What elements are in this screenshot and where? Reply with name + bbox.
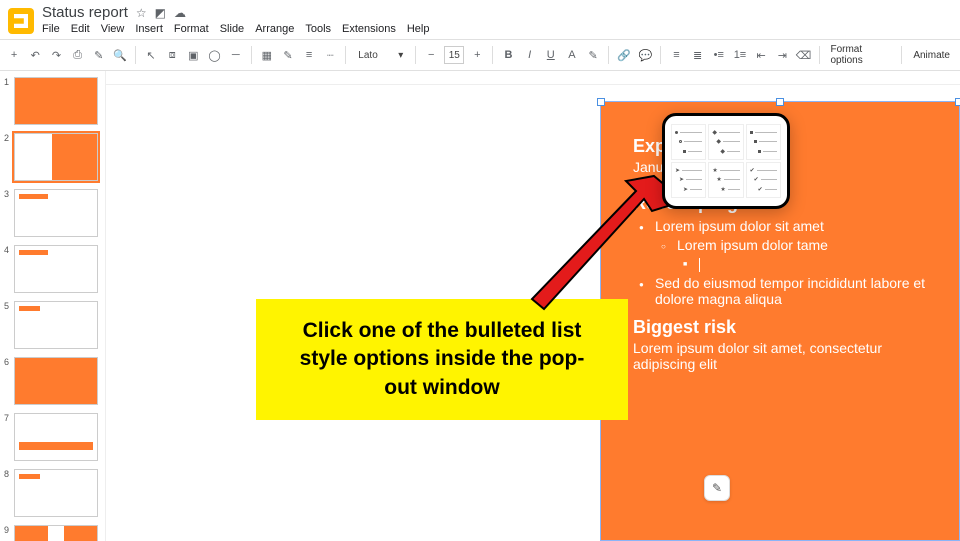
text-cursor: [699, 258, 700, 272]
text-risk-body: Lorem ipsum dolor sit amet, consectetur …: [633, 340, 931, 372]
slide-thumb-8[interactable]: [14, 469, 98, 517]
new-slide-button[interactable]: +: [6, 46, 22, 64]
print-button[interactable]: ⎙: [70, 46, 86, 64]
workspace: 1 2 3 4 5 6 7 8 9 Expected delivery Janu…: [0, 71, 960, 541]
shape-tool[interactable]: ◯: [206, 46, 222, 64]
slide-thumb-4[interactable]: [14, 245, 98, 293]
bullet-style-option-4[interactable]: ➤ ➤ ➤: [671, 162, 706, 198]
bulleted-list-popout: ◆ ◆ ◆ ➤ ➤ ➤ ★ ★ ★ ✔ ✔ ✔: [662, 113, 790, 209]
image-tool[interactable]: ▣: [185, 46, 201, 64]
menu-insert[interactable]: Insert: [135, 23, 163, 35]
menu-edit[interactable]: Edit: [71, 23, 90, 35]
underline-button[interactable]: U: [543, 46, 559, 64]
bulleted-list-button[interactable]: •≡: [711, 46, 727, 64]
slide-thumb-9[interactable]: [14, 525, 98, 541]
italic-button[interactable]: I: [522, 46, 538, 64]
font-size-input[interactable]: 15: [444, 46, 464, 64]
app-header: Status report ☆ ◩ ☁ File Edit View Inser…: [0, 0, 960, 35]
slide-thumb-7[interactable]: [14, 413, 98, 461]
bullet-style-option-3[interactable]: [746, 124, 781, 160]
border-weight[interactable]: ≡: [301, 46, 317, 64]
menu-bar: File Edit View Insert Format Slide Arran…: [42, 23, 429, 35]
menu-help[interactable]: Help: [407, 23, 430, 35]
menu-view[interactable]: View: [101, 23, 125, 35]
bullet-style-option-1[interactable]: [671, 124, 706, 160]
slide-thumb-2[interactable]: [14, 133, 98, 181]
redo-button[interactable]: ↷: [48, 46, 64, 64]
slide-thumb-6[interactable]: [14, 357, 98, 405]
fill-color[interactable]: ▦: [259, 46, 275, 64]
numbered-list-button[interactable]: 1≡: [732, 46, 748, 64]
align-button[interactable]: ≡: [668, 46, 684, 64]
cloud-icon[interactable]: ☁: [174, 6, 186, 20]
text-color-button[interactable]: A: [564, 46, 580, 64]
menu-slide[interactable]: Slide: [220, 23, 244, 35]
border-color[interactable]: ✎: [280, 46, 296, 64]
highlight-button[interactable]: ✎: [585, 46, 601, 64]
bullet-style-option-5[interactable]: ★ ★ ★: [708, 162, 743, 198]
bold-button[interactable]: B: [500, 46, 516, 64]
explore-fab[interactable]: ✎: [704, 475, 730, 501]
paint-format-button[interactable]: ✎: [91, 46, 107, 64]
undo-button[interactable]: ↶: [27, 46, 43, 64]
comment-button[interactable]: 💬: [637, 46, 653, 64]
format-options-button[interactable]: Format options: [826, 44, 894, 66]
slide-thumb-3[interactable]: [14, 189, 98, 237]
star-icon[interactable]: ☆: [136, 6, 147, 20]
indent-decrease-button[interactable]: ⇤: [753, 46, 769, 64]
font-size-inc[interactable]: +: [469, 46, 485, 64]
font-size-dec[interactable]: −: [423, 46, 439, 64]
line-spacing-button[interactable]: ≣: [690, 46, 706, 64]
font-family-select[interactable]: Lato▾: [353, 49, 408, 62]
clear-format-button[interactable]: ⌫: [795, 46, 811, 64]
menu-file[interactable]: File: [42, 23, 60, 35]
animate-button[interactable]: Animate: [909, 50, 954, 61]
document-title[interactable]: Status report: [42, 4, 128, 21]
menu-extensions[interactable]: Extensions: [342, 23, 396, 35]
slide-thumb-5[interactable]: [14, 301, 98, 349]
link-button[interactable]: 🔗: [616, 46, 632, 64]
select-tool[interactable]: ↖: [143, 46, 159, 64]
indent-increase-button[interactable]: ⇥: [774, 46, 790, 64]
move-icon[interactable]: ◩: [155, 6, 166, 20]
slide-thumb-1[interactable]: [14, 77, 98, 125]
horizontal-ruler: [106, 71, 960, 85]
menu-arrange[interactable]: Arrange: [255, 23, 294, 35]
line-tool[interactable]: ─: [228, 46, 244, 64]
canvas[interactable]: Expected delivery January 4, 20XX Recent…: [106, 71, 960, 541]
slide-thumbnail-panel: 1 2 3 4 5 6 7 8 9: [0, 71, 106, 541]
annotation-arrow: [524, 171, 684, 321]
textbox-tool[interactable]: ⧈: [164, 46, 180, 64]
zoom-button[interactable]: 🔍: [112, 46, 128, 64]
bullet-style-option-6[interactable]: ✔ ✔ ✔: [746, 162, 781, 198]
bullet-style-option-2[interactable]: ◆ ◆ ◆: [708, 124, 743, 160]
border-dash[interactable]: ┈: [322, 46, 338, 64]
menu-tools[interactable]: Tools: [305, 23, 331, 35]
menu-format[interactable]: Format: [174, 23, 209, 35]
slides-logo: [8, 8, 34, 34]
toolbar: + ↶ ↷ ⎙ ✎ 🔍 ↖ ⧈ ▣ ◯ ─ ▦ ✎ ≡ ┈ Lato▾ − 15…: [0, 39, 960, 71]
